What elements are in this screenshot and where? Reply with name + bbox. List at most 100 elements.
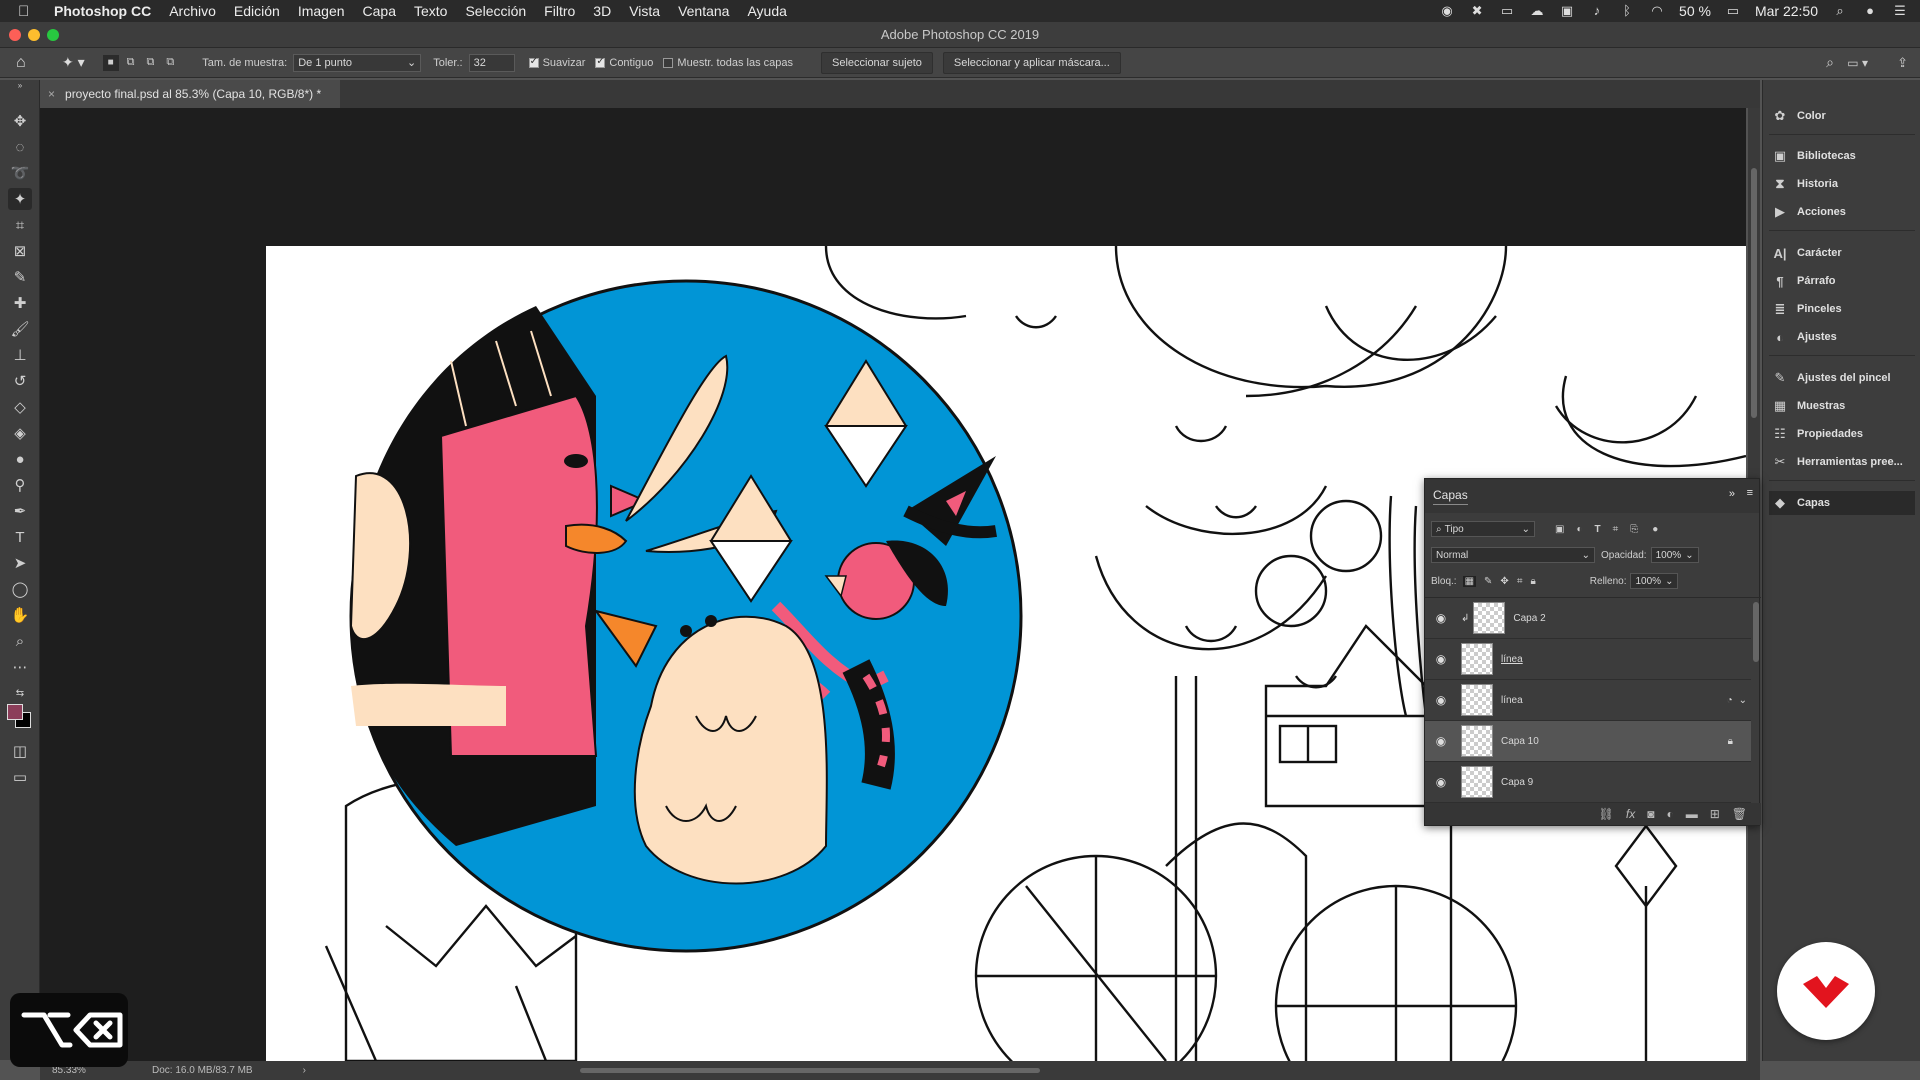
layer-name[interactable]: Capa 2 (1513, 613, 1751, 624)
opacity-input[interactable]: 100% ⌄ (1650, 547, 1699, 563)
new-layer-icon[interactable]: ⊞ (1710, 807, 1720, 821)
volume-icon[interactable]: ♪ (1589, 4, 1605, 18)
menu-seleccion[interactable]: Selección (465, 3, 526, 19)
quick-mask-icon[interactable]: ◫ (8, 740, 32, 762)
clock[interactable]: Mar 22:50 (1755, 3, 1818, 19)
menu-imagen[interactable]: Imagen (298, 3, 345, 19)
layer-name[interactable]: línea (1501, 654, 1751, 665)
magic-wand-tool-preset-icon[interactable]: ✦ ▾ (62, 54, 85, 71)
menu-ventana[interactable]: Ventana (678, 3, 729, 19)
dock-item-layers[interactable]: ◆ Capas (1769, 491, 1915, 515)
magic-wand-tool-icon[interactable]: ✦ (8, 188, 32, 210)
siri-icon[interactable]: ● (1862, 4, 1878, 18)
dock-item-brushes[interactable]: ≣ Pinceles (1769, 297, 1915, 321)
dock-item-character[interactable]: A| Carácter (1769, 241, 1915, 265)
layers-panel-title[interactable]: Capas (1433, 488, 1468, 505)
move-tool-icon[interactable]: ✥ (8, 110, 32, 132)
stamp-tool-icon[interactable]: ⊥ (8, 344, 32, 366)
search-icon[interactable]: ⌕ (1826, 54, 1834, 71)
new-group-icon[interactable]: ▬ (1686, 807, 1698, 821)
menu-vista[interactable]: Vista (629, 3, 660, 19)
horizontal-scrollbar-thumb[interactable] (580, 1068, 1040, 1073)
vertical-scrollbar-thumb[interactable] (1751, 168, 1757, 418)
subtract-selection-icon[interactable]: ⧉ (147, 56, 155, 69)
layers-scrollbar-thumb[interactable] (1753, 602, 1759, 662)
menu-edicion[interactable]: Edición (234, 3, 280, 19)
lock-pixels-icon[interactable]: ✎ (1484, 576, 1492, 587)
sample-size-select[interactable]: De 1 punto ⌄ (293, 53, 422, 72)
menu-archivo[interactable]: Archivo (169, 3, 216, 19)
lasso-tool-icon[interactable]: ➰ (8, 162, 32, 184)
foreground-color-swatch[interactable] (7, 704, 23, 720)
bluetooth-icon[interactable]: ᛒ (1619, 4, 1635, 18)
swap-colors-icon[interactable]: ⇆ (8, 682, 32, 704)
path-selection-tool-icon[interactable]: ➤ (8, 552, 32, 574)
layer-style-fx-icon[interactable]: fx (1626, 807, 1635, 821)
layer-name[interactable]: Capa 9 (1501, 777, 1751, 788)
battery-icon[interactable]: ▭ (1725, 4, 1741, 18)
hand-tool-icon[interactable]: ✋ (8, 604, 32, 626)
layer-row[interactable]: ◉ línea ◔ ⌄ (1425, 680, 1751, 721)
dock-item-paragraph[interactable]: ¶ Párrafo (1769, 269, 1915, 293)
more-tools-icon[interactable]: ⋯ (8, 656, 32, 678)
lock-artboard-icon[interactable]: ⌗ (1517, 576, 1523, 587)
collapse-toolbar-icon[interactable]: » (8, 80, 32, 90)
paint-bucket-tool-icon[interactable]: ◈ (8, 422, 32, 444)
layer-row[interactable]: ◉ Capa 9 (1425, 762, 1751, 803)
visibility-eye-icon[interactable]: ◉ (1425, 652, 1457, 666)
dock-item-color[interactable]: ✿ Color (1769, 104, 1915, 128)
filter-shape-icon[interactable]: ⌗ (1613, 524, 1619, 535)
brush-tool-icon[interactable]: 🖌 (8, 318, 32, 340)
antialias-checkbox[interactable]: Suavizar (528, 56, 585, 69)
marquee-tool-icon[interactable]: ◌ (8, 136, 32, 158)
add-selection-icon[interactable]: ⧉ (127, 56, 135, 69)
select-subject-button[interactable]: Seleccionar sujeto (820, 51, 933, 74)
delete-layer-icon[interactable]: 🗑︎ (1732, 807, 1747, 821)
fill-input[interactable]: 100% ⌄ (1630, 573, 1679, 589)
record-icon[interactable]: ◉ (1439, 4, 1455, 18)
layers-panel[interactable]: Capas » ≡ ⌕ Tipo ⌄ ▣ ◐ T ⌗ ⎘ ● Normal ⌄ … (1424, 478, 1761, 826)
crop-tool-icon[interactable]: ⌗ (8, 214, 32, 236)
chevron-down-icon[interactable]: ⌄ (1739, 695, 1747, 706)
wifi-icon[interactable]: ◠ (1649, 4, 1665, 18)
menu-ayuda[interactable]: Ayuda (747, 3, 786, 19)
filter-pixel-icon[interactable]: ▣ (1555, 524, 1564, 535)
layer-name[interactable]: Capa 10 (1501, 736, 1728, 747)
new-adjustment-layer-icon[interactable]: ◐ (1666, 807, 1673, 821)
lock-transparency-icon[interactable]: ▦ (1462, 575, 1477, 587)
dock-item-brush-settings[interactable]: ✎ Ajustes del pincel (1769, 366, 1915, 390)
add-mask-icon[interactable]: ◙ (1647, 807, 1654, 821)
filter-type-icon[interactable]: T (1595, 524, 1601, 535)
filter-smart-object-icon[interactable]: ⎘ (1630, 524, 1638, 535)
dock-item-swatches[interactable]: ▦ Muestras (1769, 394, 1915, 418)
menu-filtro[interactable]: Filtro (544, 3, 575, 19)
dock-item-tool-presets[interactable]: ✂ Herramientas pree... (1769, 450, 1915, 474)
apple-icon[interactable]:  (18, 3, 40, 20)
intersect-selection-icon[interactable]: ⧉ (166, 56, 174, 69)
tool-icon[interactable]: ✖ (1469, 4, 1485, 18)
select-and-mask-button[interactable]: Seleccionar y aplicar máscara... (942, 51, 1121, 74)
eyedropper-tool-icon[interactable]: ✎ (8, 266, 32, 288)
new-selection-icon[interactable]: ■ (102, 54, 119, 71)
dock-item-history[interactable]: ⧗ Historia (1769, 172, 1915, 196)
lock-all-icon[interactable]: 🔒︎ (1530, 576, 1535, 587)
home-icon[interactable]: ⌂ (16, 54, 38, 72)
layer-row[interactable]: ◉ Capa 10 🔒︎ (1425, 721, 1751, 762)
close-tab-icon[interactable]: × (48, 87, 55, 101)
frame-tool-icon[interactable]: ⊠ (8, 240, 32, 262)
lock-position-icon[interactable]: ✥ (1500, 576, 1508, 587)
blur-tool-icon[interactable]: ● (8, 448, 32, 470)
doc-size[interactable]: Doc: 16.0 MB/83.7 MB (152, 1065, 253, 1076)
dock-item-libraries[interactable]: ▣ Bibliotecas (1769, 144, 1915, 168)
healing-brush-tool-icon[interactable]: ✚ (8, 292, 32, 314)
menu-texto[interactable]: Texto (414, 3, 447, 19)
dock-item-properties[interactable]: ☷ Propiedades (1769, 422, 1915, 446)
sample-all-layers-checkbox[interactable]: Muestr. todas las capas (663, 57, 793, 69)
layer-name[interactable]: línea (1501, 695, 1727, 706)
link-layers-icon[interactable]: ⛓ (1599, 807, 1614, 821)
contiguous-checkbox[interactable]: Contiguo (595, 56, 653, 69)
filter-toggle-icon[interactable]: ● (1652, 524, 1658, 535)
screen-icon[interactable]: ▣ (1559, 4, 1575, 18)
visibility-eye-icon[interactable]: ◉ (1425, 611, 1457, 625)
spotlight-icon[interactable]: ⌕ (1832, 4, 1848, 18)
